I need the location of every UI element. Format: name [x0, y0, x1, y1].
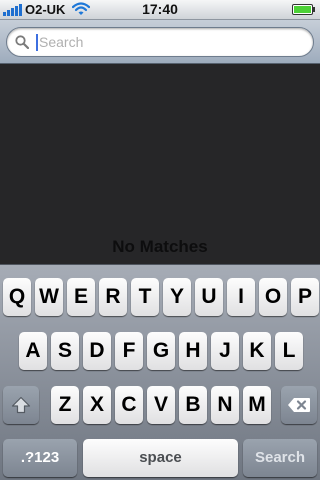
key-r[interactable]: R	[99, 278, 127, 316]
key-u[interactable]: U	[195, 278, 223, 316]
key-m[interactable]: M	[243, 386, 271, 424]
status-bar: O2-UK 17:40	[0, 0, 320, 20]
key-w[interactable]: W	[35, 278, 63, 316]
key-n[interactable]: N	[211, 386, 239, 424]
no-matches-message: No Matches	[112, 237, 208, 256]
key-s[interactable]: S	[51, 332, 79, 370]
search-key[interactable]: Search	[243, 439, 317, 477]
key-l[interactable]: L	[275, 332, 303, 370]
delete-backspace-icon	[288, 398, 310, 412]
search-icon	[15, 35, 29, 49]
key-f[interactable]: F	[115, 332, 143, 370]
key-y[interactable]: Y	[163, 278, 191, 316]
battery-icon	[292, 4, 315, 15]
results-area: No Matches	[0, 64, 320, 264]
search-field[interactable]	[6, 27, 314, 57]
shift-key[interactable]	[3, 386, 39, 424]
search-bar	[0, 20, 320, 64]
key-e[interactable]: E	[67, 278, 95, 316]
numbers-key[interactable]: .?123	[3, 439, 77, 477]
key-g[interactable]: G	[147, 332, 175, 370]
keyboard: Q W E R T Y U I O P A S D F G H J K L Z …	[0, 264, 320, 480]
key-p[interactable]: P	[291, 278, 319, 316]
key-v[interactable]: V	[147, 386, 175, 424]
key-a[interactable]: A	[19, 332, 47, 370]
key-h[interactable]: H	[179, 332, 207, 370]
key-i[interactable]: I	[227, 278, 255, 316]
space-key[interactable]: space	[83, 439, 238, 477]
key-d[interactable]: D	[83, 332, 111, 370]
key-q[interactable]: Q	[3, 278, 31, 316]
text-cursor	[36, 34, 38, 51]
key-x[interactable]: X	[83, 386, 111, 424]
key-c[interactable]: C	[115, 386, 143, 424]
key-j[interactable]: J	[211, 332, 239, 370]
key-o[interactable]: O	[259, 278, 287, 316]
key-k[interactable]: K	[243, 332, 271, 370]
screen: O2-UK 17:40 No Matches Q W	[0, 0, 320, 480]
delete-key[interactable]	[281, 386, 317, 424]
search-input[interactable]	[39, 32, 299, 52]
key-z[interactable]: Z	[51, 386, 79, 424]
key-b[interactable]: B	[179, 386, 207, 424]
shift-arrow-icon	[11, 396, 31, 414]
clock: 17:40	[142, 1, 178, 17]
key-t[interactable]: T	[131, 278, 159, 316]
